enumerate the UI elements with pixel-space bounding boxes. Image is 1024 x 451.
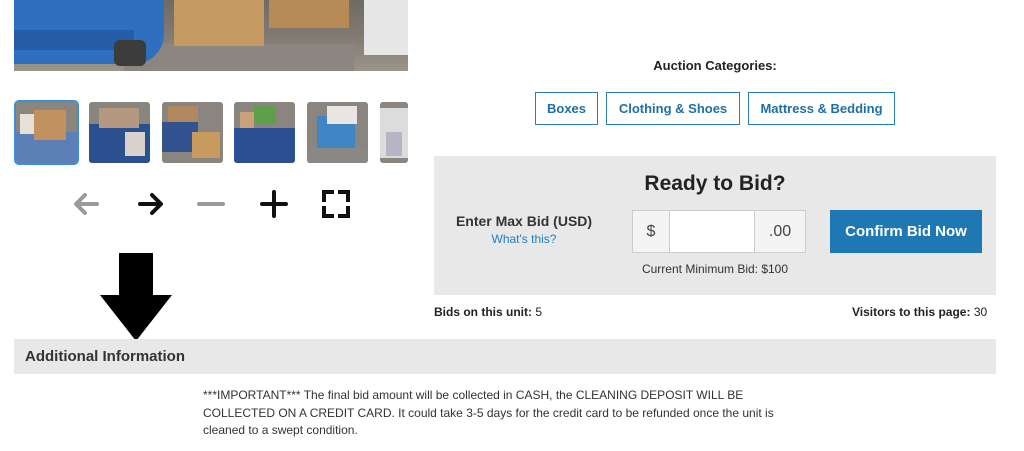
- cents-suffix: .00: [754, 211, 805, 252]
- bids-count-label: Bids on this unit:: [434, 305, 532, 319]
- thumbnail-2[interactable]: [89, 102, 150, 163]
- bid-panel: Ready to Bid? Enter Max Bid (USD) What's…: [434, 156, 996, 295]
- zoom-out-icon[interactable]: [191, 184, 231, 224]
- additional-information-header: Additional Information: [14, 339, 996, 374]
- auction-categories-heading: Auction Categories:: [653, 58, 777, 73]
- bids-count-value: 5: [535, 305, 543, 319]
- thumbnail-5[interactable]: [307, 102, 368, 163]
- max-bid-input[interactable]: [670, 211, 754, 252]
- fullscreen-icon[interactable]: [316, 184, 356, 224]
- category-clothing-shoes-button[interactable]: Clothing & Shoes: [606, 92, 740, 125]
- max-bid-label: Enter Max Bid (USD): [455, 213, 593, 229]
- thumbnail-3[interactable]: [162, 102, 223, 163]
- additional-information-title: Additional Information: [25, 348, 185, 365]
- current-minimum-bid: Current Minimum Bid: $100: [641, 262, 789, 276]
- next-arrow-icon[interactable]: [130, 184, 170, 224]
- max-bid-input-group: $ .00: [632, 210, 806, 253]
- zoom-in-icon[interactable]: [254, 184, 294, 224]
- prev-arrow-icon[interactable]: [67, 184, 107, 224]
- visitors-count: Visitors to this page: 30: [852, 305, 987, 319]
- thumbnail-1[interactable]: [14, 100, 79, 165]
- bids-count: Bids on this unit: 5: [434, 305, 542, 319]
- confirm-bid-button[interactable]: Confirm Bid Now: [830, 210, 982, 253]
- visitors-count-label: Visitors to this page:: [852, 305, 971, 319]
- main-unit-photo[interactable]: [14, 0, 408, 71]
- thumbnail-4[interactable]: [234, 102, 295, 163]
- whats-this-link[interactable]: What's this?: [444, 232, 604, 246]
- bid-panel-title: Ready to Bid?: [644, 172, 786, 195]
- visitors-count-value: 30: [973, 305, 988, 319]
- additional-information-text: ***IMPORTANT*** The final bid amount wil…: [203, 388, 774, 437]
- category-boxes-button[interactable]: Boxes: [535, 92, 598, 125]
- currency-prefix: $: [633, 211, 670, 252]
- thumbnail-6[interactable]: [380, 102, 408, 163]
- category-mattress-bedding-button[interactable]: Mattress & Bedding: [748, 92, 895, 125]
- down-arrow-icon: [100, 253, 172, 341]
